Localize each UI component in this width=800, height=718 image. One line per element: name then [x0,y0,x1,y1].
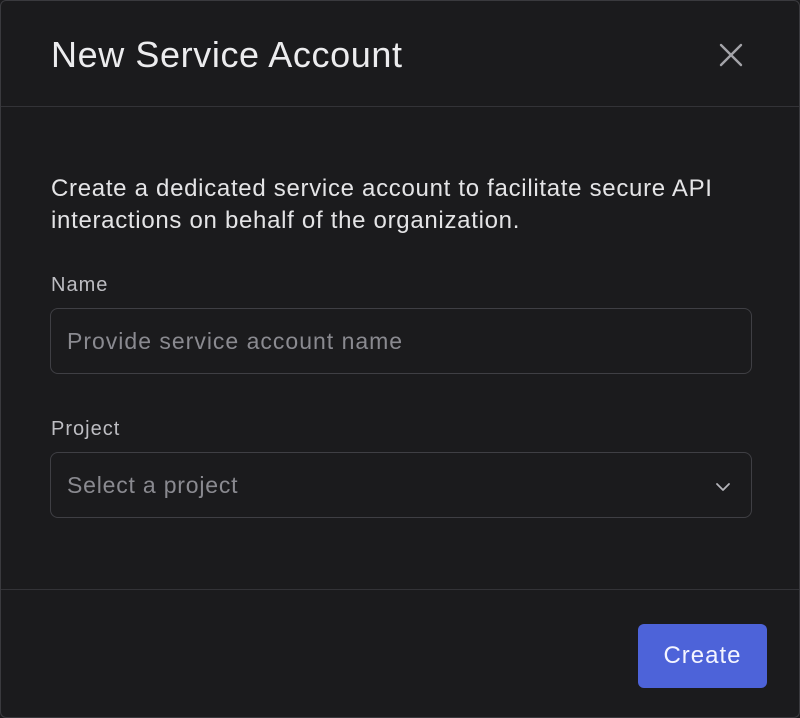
new-service-account-dialog: New Service Account Create a dedicated s… [0,0,800,718]
dialog-footer: Create [1,589,799,717]
chevron-down-icon [716,483,730,491]
dialog-body: Create a dedicated service account to fa… [1,108,799,589]
name-input[interactable] [50,308,752,374]
project-label: Project [51,418,121,440]
name-label: Name [51,274,109,296]
project-select[interactable]: Select a project [50,452,752,518]
create-button[interactable]: Create [638,624,767,688]
project-select-value: Select a project [67,472,239,498]
close-button[interactable] [711,35,751,75]
dialog-header: New Service Account [1,1,799,107]
dialog-description: Create a dedicated service account to fa… [51,175,713,234]
dialog-title: New Service Account [51,34,403,75]
close-icon [719,43,743,67]
